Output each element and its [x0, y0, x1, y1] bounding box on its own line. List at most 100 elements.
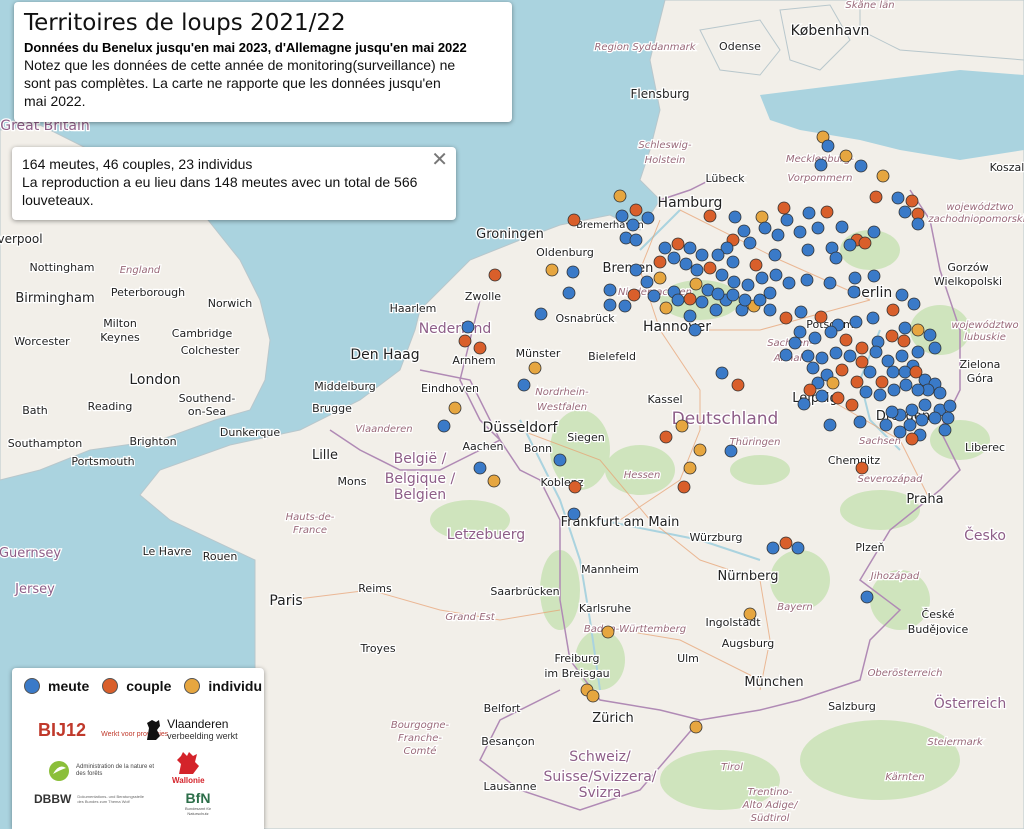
- wolf-marker-meute[interactable]: [898, 321, 912, 335]
- wolf-marker-couple[interactable]: [839, 333, 853, 347]
- wolf-marker-meute[interactable]: [683, 309, 697, 323]
- wolf-marker-couple[interactable]: [820, 205, 834, 219]
- wolf-marker-meute[interactable]: [727, 275, 741, 289]
- wolf-marker-meute[interactable]: [867, 269, 881, 283]
- close-icon[interactable]: ✕: [431, 150, 448, 170]
- wolf-marker-meute[interactable]: [709, 303, 723, 317]
- wolf-marker-couple[interactable]: [850, 375, 864, 389]
- wolf-marker-couple[interactable]: [905, 432, 919, 446]
- wolf-marker-meute[interactable]: [873, 388, 887, 402]
- wolf-marker-couple[interactable]: [831, 391, 845, 405]
- wolf-marker-couple[interactable]: [779, 536, 793, 550]
- wolf-marker-individu[interactable]: [487, 474, 501, 488]
- wolf-marker-meute[interactable]: [641, 211, 655, 225]
- wolf-marker-couple[interactable]: [885, 329, 899, 343]
- wolf-marker-meute[interactable]: [753, 293, 767, 307]
- wolf-marker-couple[interactable]: [473, 341, 487, 355]
- wolf-marker-meute[interactable]: [815, 351, 829, 365]
- wolf-marker-individu[interactable]: [876, 169, 890, 183]
- wolf-marker-meute[interactable]: [907, 297, 921, 311]
- wolf-marker-meute[interactable]: [667, 251, 681, 265]
- wolf-marker-meute[interactable]: [848, 271, 862, 285]
- wolf-marker-meute[interactable]: [473, 461, 487, 475]
- wolf-marker-couple[interactable]: [677, 480, 691, 494]
- wolf-marker-meute[interactable]: [903, 418, 917, 432]
- wolf-marker-individu[interactable]: [601, 625, 615, 639]
- wolf-marker-meute[interactable]: [853, 415, 867, 429]
- wolf-marker-meute[interactable]: [899, 378, 913, 392]
- wolf-marker-meute[interactable]: [895, 349, 909, 363]
- wolf-marker-meute[interactable]: [867, 225, 881, 239]
- wolf-marker-couple[interactable]: [731, 378, 745, 392]
- wolf-marker-meute[interactable]: [866, 311, 880, 325]
- wolf-marker-meute[interactable]: [690, 263, 704, 277]
- wolf-marker-individu[interactable]: [693, 443, 707, 457]
- wolf-marker-couple[interactable]: [749, 258, 763, 272]
- wolf-marker-meute[interactable]: [933, 386, 947, 400]
- wolf-marker-meute[interactable]: [626, 218, 640, 232]
- wolf-marker-meute[interactable]: [780, 213, 794, 227]
- wolf-marker-couple[interactable]: [835, 363, 849, 377]
- wolf-marker-meute[interactable]: [562, 286, 576, 300]
- wolf-marker-individu[interactable]: [448, 401, 462, 415]
- wolf-marker-meute[interactable]: [887, 383, 901, 397]
- wolf-marker-meute[interactable]: [835, 220, 849, 234]
- wolf-marker-meute[interactable]: [905, 403, 919, 417]
- wolf-marker-individu[interactable]: [528, 361, 542, 375]
- wolf-marker-meute[interactable]: [860, 590, 874, 604]
- wolf-marker-meute[interactable]: [679, 257, 693, 271]
- wolf-marker-meute[interactable]: [938, 423, 952, 437]
- wolf-marker-meute[interactable]: [797, 397, 811, 411]
- wolf-marker-couple[interactable]: [659, 430, 673, 444]
- wolf-marker-couple[interactable]: [488, 268, 502, 282]
- wolf-marker-couple[interactable]: [777, 201, 791, 215]
- wolf-marker-meute[interactable]: [794, 305, 808, 319]
- wolf-marker-meute[interactable]: [738, 293, 752, 307]
- wolf-marker-couple[interactable]: [886, 303, 900, 317]
- wolf-marker-meute[interactable]: [743, 236, 757, 250]
- wolf-marker-meute[interactable]: [849, 315, 863, 329]
- wolf-marker-couple[interactable]: [855, 461, 869, 475]
- wolf-marker-meute[interactable]: [824, 325, 838, 339]
- wolf-marker-meute[interactable]: [829, 346, 843, 360]
- wolf-marker-meute[interactable]: [658, 241, 672, 255]
- wolf-marker-meute[interactable]: [928, 341, 942, 355]
- wolf-marker-meute[interactable]: [815, 389, 829, 403]
- wolf-marker-meute[interactable]: [715, 268, 729, 282]
- wolf-marker-meute[interactable]: [854, 159, 868, 173]
- wolf-marker-meute[interactable]: [683, 241, 697, 255]
- wolf-marker-meute[interactable]: [881, 354, 895, 368]
- wolf-marker-individu[interactable]: [675, 419, 689, 433]
- wolf-marker-meute[interactable]: [911, 345, 925, 359]
- wolf-marker-meute[interactable]: [898, 365, 912, 379]
- wolf-marker-meute[interactable]: [923, 328, 937, 342]
- wolf-marker-couple[interactable]: [897, 334, 911, 348]
- wolf-marker-meute[interactable]: [788, 336, 802, 350]
- wolf-marker-meute[interactable]: [895, 288, 909, 302]
- wolf-marker-meute[interactable]: [879, 418, 893, 432]
- wolf-marker-meute[interactable]: [885, 405, 899, 419]
- wolf-marker-meute[interactable]: [918, 398, 932, 412]
- wolf-marker-meute[interactable]: [898, 205, 912, 219]
- wolf-marker-meute[interactable]: [688, 323, 702, 337]
- wolf-marker-couple[interactable]: [869, 190, 883, 204]
- wolf-marker-meute[interactable]: [886, 365, 900, 379]
- wolf-marker-couple[interactable]: [629, 203, 643, 217]
- wolf-marker-meute[interactable]: [603, 283, 617, 297]
- wolf-marker-meute[interactable]: [891, 191, 905, 205]
- wolf-marker-meute[interactable]: [711, 287, 725, 301]
- wolf-marker-meute[interactable]: [615, 209, 629, 223]
- wolf-marker-meute[interactable]: [728, 210, 742, 224]
- wolf-marker-individu[interactable]: [659, 301, 673, 315]
- wolf-marker-individu[interactable]: [911, 323, 925, 337]
- wolf-marker-meute[interactable]: [768, 248, 782, 262]
- wolf-marker-couple[interactable]: [875, 375, 889, 389]
- wolf-marker-couple[interactable]: [703, 261, 717, 275]
- wolf-marker-meute[interactable]: [928, 411, 942, 425]
- wolf-marker-meute[interactable]: [695, 295, 709, 309]
- wolf-marker-couple[interactable]: [845, 398, 859, 412]
- wolf-marker-meute[interactable]: [629, 263, 643, 277]
- wolf-marker-meute[interactable]: [461, 320, 475, 334]
- wolf-marker-meute[interactable]: [553, 453, 567, 467]
- wolf-marker-couple[interactable]: [683, 292, 697, 306]
